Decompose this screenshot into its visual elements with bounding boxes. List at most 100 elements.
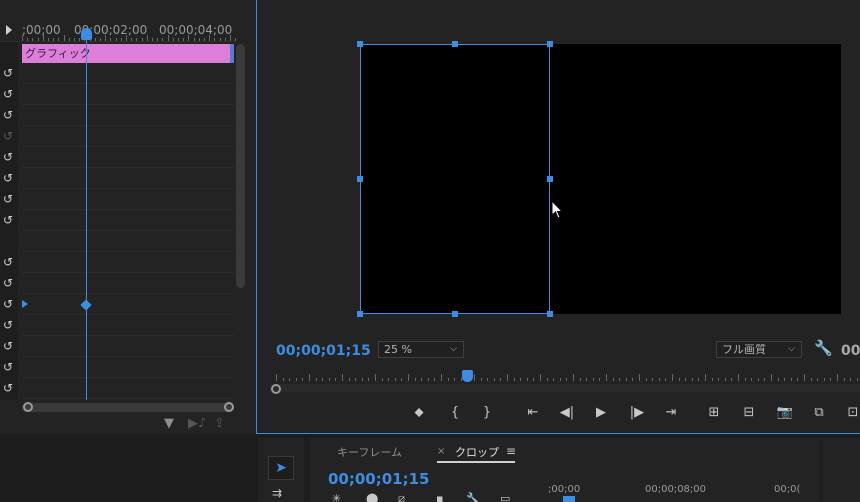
reset-parameter-icon[interactable]: ↺ xyxy=(1,108,15,122)
ruler-tick xyxy=(157,38,159,41)
monitor-zoom-scrollbar[interactable] xyxy=(270,384,860,392)
comparison-view-icon[interactable]: ⧉ xyxy=(808,404,830,422)
crop-resize-handle[interactable] xyxy=(547,176,553,182)
reset-parameter-icon[interactable]: ↺ xyxy=(1,297,15,311)
mouse-cursor-icon xyxy=(551,200,564,219)
reset-parameter-icon[interactable]: ↺ xyxy=(1,381,15,395)
crop-resize-handle[interactable] xyxy=(357,176,363,182)
add-marker-icon[interactable]: ⬥ xyxy=(408,404,430,422)
tab-keyframes[interactable]: キーフレーム xyxy=(337,444,402,460)
reset-parameter-icon[interactable]: ↺ xyxy=(1,129,15,143)
monitor-ruler-tick xyxy=(546,378,548,381)
reset-parameter-icon[interactable]: ↺ xyxy=(1,171,15,185)
lift-icon[interactable]: ⊞ xyxy=(703,404,725,422)
reset-parameter-icon[interactable]: ↺ xyxy=(1,339,15,353)
sequence-timecode[interactable]: 00;00;01;15 xyxy=(328,470,430,488)
monitor-ruler-tick xyxy=(685,378,687,381)
effect-horizontal-scrollbar[interactable] xyxy=(22,403,234,412)
timeline-settings-icon[interactable]: 🔧 xyxy=(466,492,480,502)
safe-margins-icon[interactable]: ⊡ xyxy=(842,404,860,422)
mark-in-icon[interactable]: { xyxy=(444,404,466,422)
crop-resize-handle[interactable] xyxy=(357,41,363,47)
export-icon[interactable]: ⇪ xyxy=(214,416,225,431)
effect-playhead-handle[interactable] xyxy=(81,28,92,40)
crop-selection-box[interactable] xyxy=(360,44,550,314)
extract-icon[interactable]: ⊟ xyxy=(738,404,760,422)
monitor-ruler-tick xyxy=(302,378,304,381)
monitor-ruler-tick xyxy=(632,378,634,381)
monitor-ruler-tick xyxy=(777,378,779,381)
caption-track-icon[interactable]: ▭ xyxy=(500,492,510,502)
filter-icon[interactable]: ▼ xyxy=(164,416,174,431)
crop-resize-handle[interactable] xyxy=(452,311,458,317)
playback-quality-dropdown[interactable]: フル画質 ⌵ xyxy=(716,341,802,358)
reset-parameter-icon[interactable]: ↺ xyxy=(1,318,15,332)
step-back-icon[interactable]: ◀| xyxy=(556,404,578,422)
monitor-ruler-tick xyxy=(533,378,535,381)
effect-vertical-scrollbar[interactable] xyxy=(236,44,245,288)
monitor-timecode[interactable]: 00;00;01;15 xyxy=(276,343,371,359)
go-to-out-icon[interactable]: ⇥ xyxy=(660,404,682,422)
monitor-time-ruler[interactable] xyxy=(270,372,860,384)
clip-end-handle[interactable] xyxy=(230,44,234,63)
monitor-ruler-tick xyxy=(691,378,693,381)
monitor-ruler-tick xyxy=(282,378,284,381)
marker-icon[interactable]: ▪ xyxy=(436,492,443,502)
ruler-tick xyxy=(198,38,200,41)
track-select-tool-icon[interactable]: ⇉ xyxy=(272,486,282,500)
monitor-ruler-tick xyxy=(592,378,594,381)
hscroll-left-handle[interactable] xyxy=(23,402,33,412)
play-audio-icon[interactable]: ▶♪ xyxy=(188,416,206,431)
ruler-tick xyxy=(230,35,231,41)
tab-crop[interactable]: クロップ xyxy=(455,444,499,460)
panel-menu-icon[interactable]: ≡ xyxy=(506,444,516,458)
zoom-level-dropdown[interactable]: 25 % ⌵ xyxy=(378,341,464,358)
tab-close-icon[interactable]: × xyxy=(437,446,445,457)
crop-resize-handle[interactable] xyxy=(452,41,458,47)
keyframe-navigate-icon[interactable] xyxy=(22,300,28,308)
reset-parameter-icon[interactable]: ↺ xyxy=(1,192,15,206)
export-frame-icon[interactable]: 📷 xyxy=(774,404,796,422)
crop-resize-handle[interactable] xyxy=(357,311,363,317)
step-forward-icon[interactable]: |▶ xyxy=(626,404,648,422)
reset-parameter-icon[interactable]: ↺ xyxy=(1,150,15,164)
sequence-playhead-handle[interactable] xyxy=(563,496,575,502)
expand-triangle-icon[interactable] xyxy=(6,25,12,35)
monitor-ruler-tick xyxy=(447,378,449,381)
crop-resize-handle[interactable] xyxy=(547,41,553,47)
monitor-ruler-tick xyxy=(375,374,376,381)
monitor-ruler-tick xyxy=(315,378,317,381)
monitor-ruler-tick xyxy=(414,378,416,381)
go-to-in-icon[interactable]: ⇤ xyxy=(522,404,544,422)
monitor-ruler-tick xyxy=(500,378,502,381)
monitor-ruler-tick xyxy=(751,378,753,381)
property-row-divider xyxy=(22,167,234,168)
active-tab-underline xyxy=(437,461,515,463)
crop-resize-handle[interactable] xyxy=(547,311,553,317)
reset-parameter-icon[interactable]: ↺ xyxy=(1,87,15,101)
ruler-tick xyxy=(209,35,211,41)
graphic-clip-bar[interactable]: グラフィック xyxy=(22,44,233,63)
monitor-scroll-handle[interactable] xyxy=(271,384,281,394)
play-icon[interactable]: ▶ xyxy=(590,404,612,422)
linked-selection-icon[interactable]: ⬤ xyxy=(366,492,378,502)
add-marker-icon[interactable]: ⧄ xyxy=(398,492,405,502)
selection-tool-button[interactable]: ➤ xyxy=(268,456,294,480)
reset-parameter-icon[interactable]: ↺ xyxy=(1,255,15,269)
sequence-time-ruler[interactable]: ;00;00 00;00;08;00 00;0( xyxy=(548,484,808,500)
ruler-tick xyxy=(188,35,190,41)
reset-parameter-icon[interactable]: ↺ xyxy=(1,66,15,80)
effect-controls-ruler[interactable]: ;00;00 00;00;02;00 00;00;04;00 xyxy=(0,20,236,42)
snap-icon[interactable]: ✳ xyxy=(332,492,341,502)
mark-out-icon[interactable]: } xyxy=(476,404,498,422)
monitor-ruler-tick xyxy=(810,378,812,381)
hscroll-right-handle[interactable] xyxy=(224,402,234,412)
monitor-ruler-tick xyxy=(322,378,324,381)
reset-parameter-icon[interactable]: ↺ xyxy=(1,360,15,374)
monitor-playhead-handle[interactable] xyxy=(462,370,473,382)
reset-parameter-icon[interactable]: ↺ xyxy=(1,213,15,227)
monitor-ruler-tick xyxy=(665,378,667,381)
reset-parameter-icon[interactable]: ↺ xyxy=(1,276,15,290)
wrench-settings-icon[interactable]: 🔧 xyxy=(814,339,833,357)
monitor-ruler-tick xyxy=(658,378,660,381)
